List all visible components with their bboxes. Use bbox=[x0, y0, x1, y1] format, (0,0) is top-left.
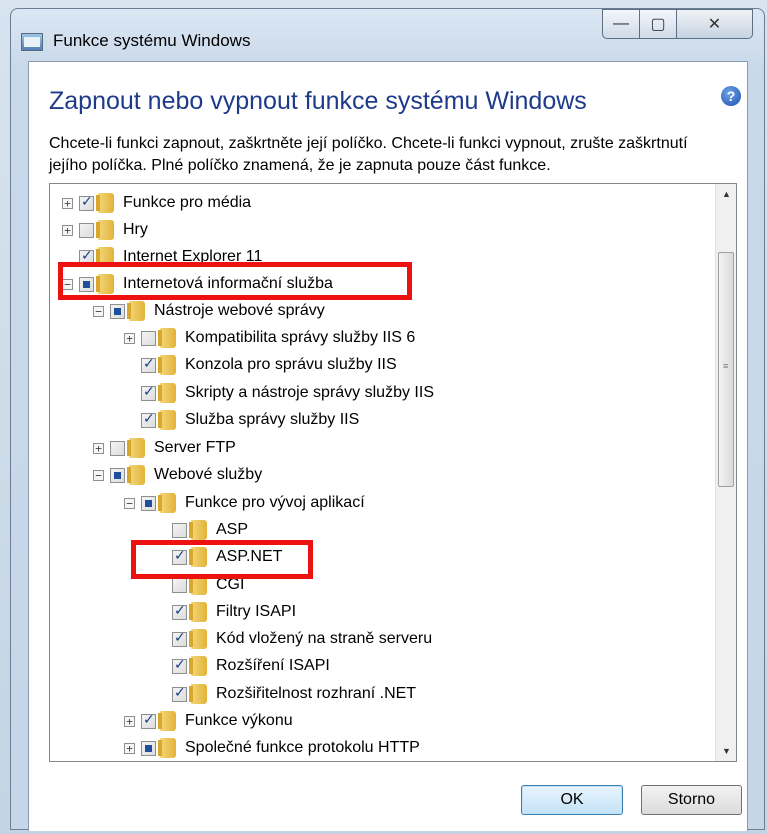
feature-checkbox[interactable] bbox=[172, 685, 187, 702]
tree-item-label: Rozšíření ISAPI bbox=[216, 657, 330, 674]
folder-icon bbox=[158, 410, 176, 430]
cancel-button[interactable]: Storno bbox=[641, 785, 742, 815]
collapse-icon[interactable]: − bbox=[124, 497, 135, 509]
feature-checkbox[interactable] bbox=[141, 411, 156, 428]
tree-item-label: Skripty a nástroje správy služby IIS bbox=[185, 384, 434, 401]
folder-icon bbox=[96, 220, 114, 240]
tree-item[interactable]: Konzola pro správu služby IIS bbox=[124, 352, 397, 378]
tree-item[interactable]: − Webové služby bbox=[93, 462, 262, 488]
tree-item[interactable]: Filtry ISAPI bbox=[155, 599, 296, 625]
folder-icon bbox=[189, 520, 207, 540]
help-icon[interactable]: ? bbox=[721, 86, 741, 106]
tree-item-label: Kód vložený na straně serveru bbox=[216, 630, 433, 647]
tree-item-label: Funkce pro média bbox=[123, 194, 252, 211]
window-app-icon bbox=[21, 33, 43, 51]
folder-icon bbox=[189, 629, 207, 649]
folder-icon bbox=[158, 383, 176, 403]
tree-item[interactable]: + Funkce pro média bbox=[62, 190, 251, 216]
tree-item-label: Služba správy služby IIS bbox=[185, 411, 360, 428]
tree-item[interactable]: − Nástroje webové správy bbox=[93, 298, 325, 324]
expand-icon[interactable]: + bbox=[62, 224, 73, 236]
expand-icon[interactable]: + bbox=[124, 742, 135, 754]
feature-checkbox[interactable] bbox=[141, 712, 156, 729]
scroll-grip-icon: ≡ bbox=[723, 361, 729, 371]
expand-icon[interactable]: + bbox=[124, 332, 135, 344]
tree-item[interactable]: Kód vložený na straně serveru bbox=[155, 626, 432, 652]
expand-icon[interactable]: + bbox=[93, 442, 104, 454]
folder-icon bbox=[158, 738, 176, 758]
tree-item-label: ASP bbox=[216, 521, 249, 538]
feature-checkbox[interactable] bbox=[110, 440, 125, 456]
windows-features-dialog: Funkce systému Windows — ▢ ✕ Zapnout neb… bbox=[10, 8, 765, 831]
tree-item-label: Server FTP bbox=[154, 439, 236, 456]
tree-item-label: Filtry ISAPI bbox=[216, 603, 297, 620]
folder-icon bbox=[189, 656, 207, 676]
folder-icon bbox=[158, 493, 176, 513]
tree-item-label: Funkce pro vývoj aplikací bbox=[185, 494, 365, 511]
feature-checkbox[interactable] bbox=[110, 467, 125, 483]
tree-item[interactable]: Skripty a nástroje správy služby IIS bbox=[124, 380, 434, 406]
tree-item-label: Rozšiřitelnost rozhraní .NET bbox=[216, 685, 417, 702]
tree-item[interactable]: Služba správy služby IIS bbox=[124, 407, 359, 433]
feature-checkbox[interactable] bbox=[79, 222, 94, 238]
folder-icon bbox=[189, 684, 207, 704]
tree-item-label: Hry bbox=[123, 221, 148, 238]
feature-checkbox[interactable] bbox=[172, 522, 187, 538]
expand-icon[interactable]: + bbox=[62, 197, 73, 209]
tree-item-label: Společné funkce protokolu HTTP bbox=[185, 739, 420, 756]
feature-checkbox[interactable] bbox=[110, 303, 125, 319]
tree-item[interactable]: + Funkce výkonu bbox=[124, 708, 293, 734]
folder-icon bbox=[127, 465, 145, 485]
maximize-icon: ▢ bbox=[650, 16, 666, 33]
vertical-scrollbar[interactable]: ▲ ≡ ▼ bbox=[715, 184, 736, 761]
feature-checkbox[interactable] bbox=[141, 330, 156, 346]
collapse-icon[interactable]: − bbox=[93, 305, 104, 317]
expand-icon[interactable]: + bbox=[124, 715, 135, 727]
tree-item[interactable]: + Kompatibilita správy služby IIS 6 bbox=[124, 325, 415, 351]
feature-checkbox[interactable] bbox=[141, 384, 156, 401]
folder-icon bbox=[96, 193, 114, 213]
folder-icon bbox=[189, 602, 207, 622]
tree-item[interactable]: Rozšiřitelnost rozhraní .NET bbox=[155, 681, 416, 707]
feature-checkbox[interactable] bbox=[141, 740, 156, 756]
feature-checkbox[interactable] bbox=[172, 603, 187, 620]
folder-icon bbox=[158, 328, 176, 348]
tree-item[interactable]: + Server FTP bbox=[93, 435, 236, 461]
minimize-button[interactable]: — bbox=[602, 9, 640, 39]
window-title: Funkce systému Windows bbox=[53, 31, 251, 50]
folder-icon bbox=[158, 711, 176, 731]
minimize-icon: — bbox=[613, 15, 629, 32]
maximize-button[interactable]: ▢ bbox=[639, 9, 677, 39]
tree-item[interactable]: − Funkce pro vývoj aplikací bbox=[124, 490, 365, 516]
ok-button[interactable]: OK bbox=[521, 785, 623, 815]
folder-icon bbox=[158, 355, 176, 375]
tree-item[interactable]: + Hry bbox=[62, 217, 148, 243]
feature-checkbox[interactable] bbox=[172, 657, 187, 674]
feature-checkbox[interactable] bbox=[172, 630, 187, 647]
folder-icon bbox=[127, 438, 145, 458]
highlight-internet-information-service bbox=[58, 262, 412, 300]
page-title: Zapnout nebo vypnout funkce systému Wind… bbox=[49, 87, 587, 115]
close-button[interactable]: ✕ bbox=[676, 9, 753, 39]
tree-item-label: Funkce výkonu bbox=[185, 712, 293, 729]
feature-checkbox[interactable] bbox=[141, 356, 156, 373]
feature-checkbox[interactable] bbox=[141, 495, 156, 511]
tree-item[interactable]: + Společné funkce protokolu HTTP bbox=[124, 735, 420, 761]
feature-checkbox[interactable] bbox=[172, 577, 187, 593]
scroll-up-arrow-icon[interactable]: ▲ bbox=[716, 184, 736, 204]
folder-icon bbox=[127, 301, 145, 321]
collapse-icon[interactable]: − bbox=[93, 469, 104, 481]
tree-item[interactable]: Rozšíření ISAPI bbox=[155, 653, 330, 679]
dialog-content: Zapnout nebo vypnout funkce systému Wind… bbox=[28, 61, 748, 831]
tree-item-label: Konzola pro správu služby IIS bbox=[185, 356, 397, 373]
scroll-thumb[interactable]: ≡ bbox=[718, 252, 734, 487]
tree-item-label: Kompatibilita správy služby IIS 6 bbox=[185, 329, 416, 346]
feature-checkbox[interactable] bbox=[79, 194, 94, 211]
close-icon: ✕ bbox=[707, 16, 722, 33]
scroll-down-arrow-icon[interactable]: ▼ bbox=[716, 741, 736, 761]
highlight-asp-net bbox=[131, 540, 313, 579]
instructions-text: Chcete-li funkci zapnout, zaškrtněte jej… bbox=[49, 135, 688, 174]
tree-item-label: Webové služby bbox=[154, 466, 263, 483]
tree-item-label: Nástroje webové správy bbox=[154, 302, 325, 319]
